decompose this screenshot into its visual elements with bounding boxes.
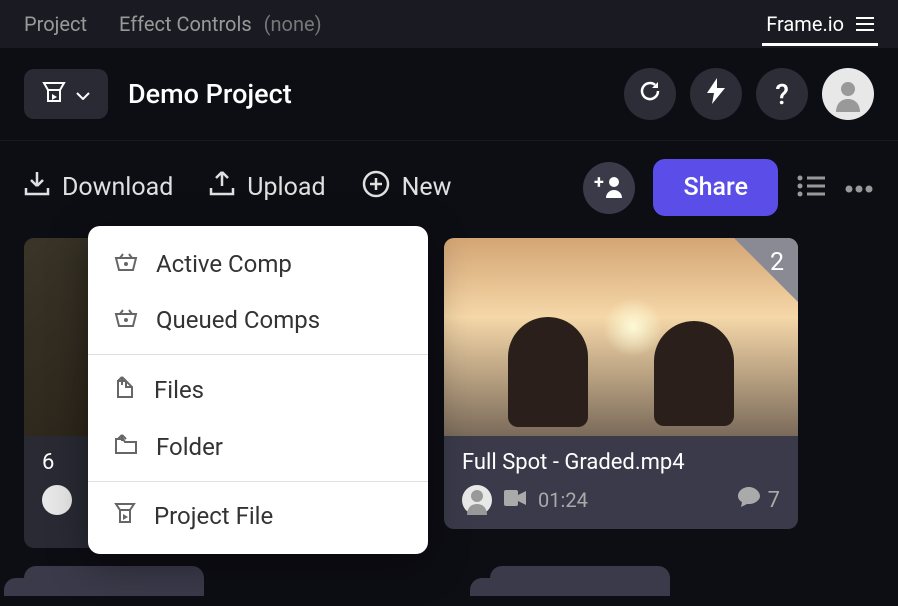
folder-upload-icon <box>114 433 138 461</box>
asset-name: Full Spot - Graded.mp4 <box>462 450 780 475</box>
new-button[interactable]: New <box>362 170 452 205</box>
refresh-button[interactable] <box>624 68 676 120</box>
upload-icon <box>209 170 235 205</box>
user-avatar[interactable] <box>822 68 874 120</box>
comment-icon <box>738 487 760 513</box>
project-selector[interactable] <box>24 69 108 119</box>
asset-duration: 01:24 <box>538 488 588 512</box>
download-button[interactable]: Download <box>24 170 173 205</box>
video-icon <box>504 490 526 510</box>
download-label: Download <box>62 173 173 202</box>
menu-queued-comps[interactable]: Queued Comps <box>88 292 428 348</box>
asset-card[interactable]: 2 Full Spot - Graded.mp4 01:24 <box>444 238 798 529</box>
lightning-icon <box>707 78 725 110</box>
menu-label: Folder <box>156 433 223 461</box>
add-person-button[interactable]: + <box>583 162 635 214</box>
asset-thumbnail: 2 <box>444 238 798 436</box>
project-title: Demo Project <box>128 78 292 110</box>
comment-number: 7 <box>768 488 780 513</box>
top-tab-bar: Project Effect Controls (none) Frame.io <box>0 0 898 48</box>
header-bar: Demo Project ? <box>0 48 898 141</box>
list-view-button[interactable] <box>796 174 826 202</box>
tab-project[interactable]: Project <box>20 2 91 46</box>
project-file-icon <box>114 502 136 530</box>
activity-button[interactable] <box>690 68 742 120</box>
share-button[interactable]: Share <box>653 159 778 216</box>
menu-label: Active Comp <box>156 250 292 278</box>
tab-frameio-label: Frame.io <box>766 12 844 36</box>
uploader-avatar <box>462 485 492 515</box>
chevron-down-icon <box>76 85 90 104</box>
divider <box>88 354 428 355</box>
menu-folder[interactable]: Folder <box>88 419 428 475</box>
comp-icon <box>114 250 138 278</box>
action-bar: Download Upload New + Share <box>0 141 898 238</box>
question-icon: ? <box>775 78 789 111</box>
folder-card-partial[interactable] <box>24 566 204 596</box>
avatar <box>42 485 72 515</box>
new-dropdown-menu: Active Comp Queued Comps Files Folder Pr… <box>88 226 428 554</box>
divider <box>88 481 428 482</box>
upload-button[interactable]: Upload <box>209 170 325 205</box>
file-upload-icon <box>114 375 136 405</box>
plus-circle-icon <box>362 170 390 205</box>
svg-text:+: + <box>594 174 604 193</box>
menu-files[interactable]: Files <box>88 361 428 419</box>
menu-label: Queued Comps <box>156 306 320 334</box>
menu-project-file[interactable]: Project File <box>88 488 428 544</box>
tab-effects-label: Effect Controls <box>119 12 252 36</box>
version-badge: 2 <box>770 248 784 277</box>
menu-label: Project File <box>154 502 273 530</box>
help-button[interactable]: ? <box>756 68 808 120</box>
add-person-icon: + <box>594 174 624 202</box>
version-fold <box>734 238 798 302</box>
upload-label: Upload <box>247 173 325 202</box>
menu-active-comp[interactable]: Active Comp <box>88 236 428 292</box>
hamburger-icon[interactable] <box>856 12 874 36</box>
new-label: New <box>402 173 452 202</box>
project-icon <box>42 81 66 107</box>
menu-label: Files <box>154 376 204 404</box>
partial-count: 6 <box>42 450 54 475</box>
more-options-button[interactable] <box>844 178 874 197</box>
comp-icon <box>114 306 138 334</box>
tab-effect-controls[interactable]: Effect Controls (none) <box>115 2 326 46</box>
tab-frameio[interactable]: Frame.io <box>762 2 878 46</box>
folder-card-partial[interactable] <box>490 566 670 596</box>
download-icon <box>24 170 50 205</box>
comments-count[interactable]: 7 <box>738 487 780 513</box>
tab-effects-suffix: (none) <box>264 12 322 36</box>
refresh-icon <box>638 79 662 109</box>
